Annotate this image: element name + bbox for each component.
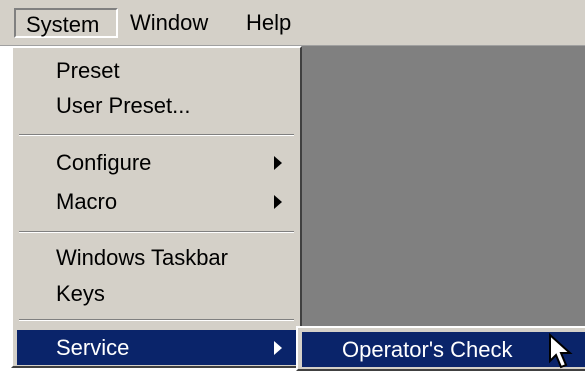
- submenu-arrow-icon: [274, 341, 282, 355]
- menu-system[interactable]: System: [14, 8, 118, 38]
- menu-item-service[interactable]: Service: [17, 330, 296, 365]
- menu-item-label: Keys: [56, 281, 105, 306]
- menu-separator: [19, 231, 294, 233]
- menu-separator: [19, 319, 294, 321]
- menu-item-user-preset[interactable]: User Preset...: [17, 88, 296, 123]
- menu-item-macro[interactable]: Macro: [17, 184, 296, 219]
- menu-item-label: Windows Taskbar: [56, 245, 228, 270]
- menu-help[interactable]: Help: [236, 8, 302, 38]
- menu-item-label: Preset: [56, 58, 120, 83]
- system-menu: Preset User Preset... Configure Macro Wi…: [11, 46, 302, 368]
- menu-separator: [19, 134, 294, 136]
- mouse-cursor-icon: [549, 333, 573, 369]
- menu-item-keys[interactable]: Keys: [17, 276, 296, 311]
- menu-item-label: Configure: [56, 150, 152, 175]
- service-submenu: Operator's Check: [296, 326, 585, 371]
- menu-item-label: Service: [56, 335, 130, 360]
- menu-item-windows-taskbar[interactable]: Windows Taskbar: [17, 240, 296, 275]
- workspace-background: [300, 46, 585, 326]
- menu-window[interactable]: Window: [120, 8, 232, 38]
- menu-bar: System Window Help: [0, 0, 585, 46]
- submenu-arrow-icon: [274, 156, 282, 170]
- submenu-arrow-icon: [274, 195, 282, 209]
- menu-item-configure[interactable]: Configure: [17, 145, 296, 180]
- menu-item-label: Macro: [56, 189, 118, 214]
- menu-item-label: User Preset...: [56, 93, 191, 118]
- submenu-item-operators-check[interactable]: Operator's Check: [302, 332, 585, 367]
- app-screen: System Window Help Preset User Preset...…: [0, 0, 585, 373]
- submenu-item-label: Operator's Check: [342, 337, 513, 362]
- menu-item-preset[interactable]: Preset: [17, 53, 296, 88]
